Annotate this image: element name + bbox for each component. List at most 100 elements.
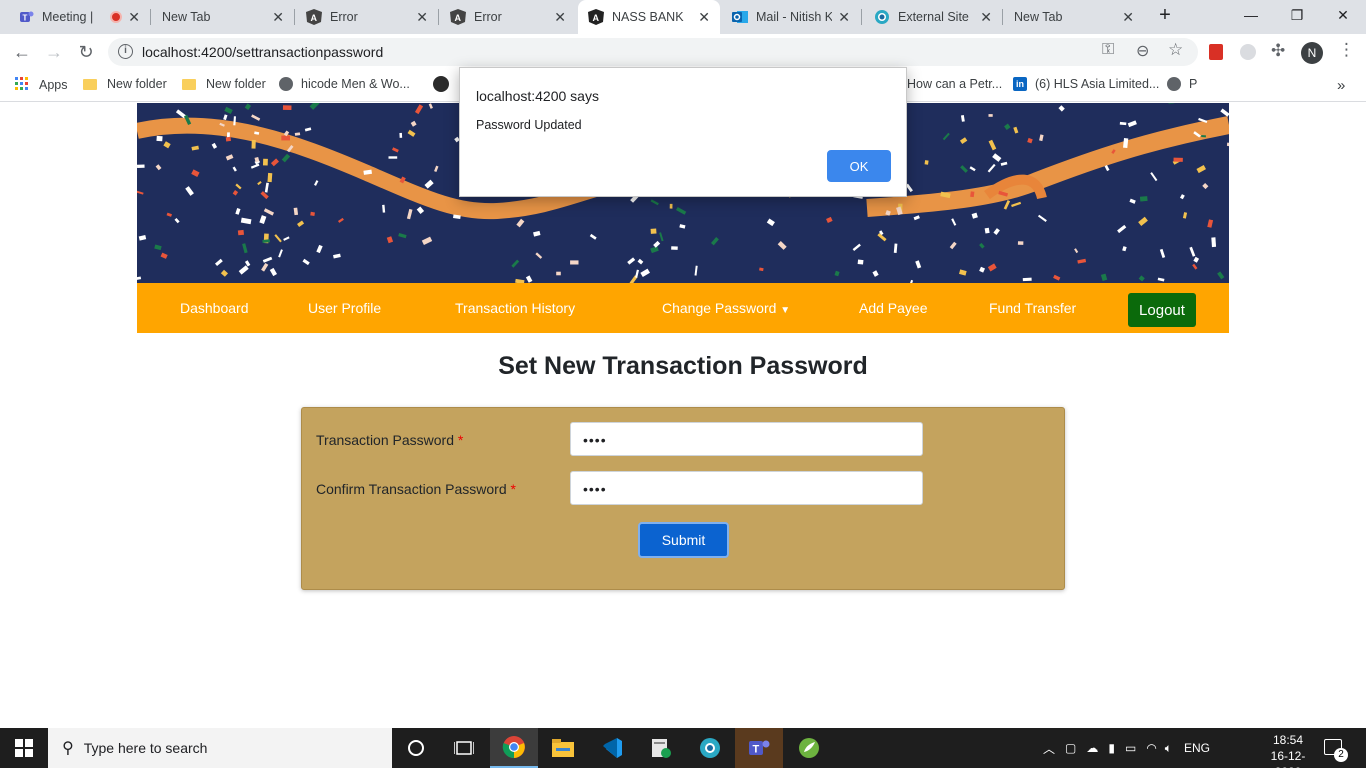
search-icon: ⚲ xyxy=(62,740,74,757)
info-icon[interactable]: i xyxy=(118,44,133,59)
tab-external-site[interactable]: External Site ✕ xyxy=(864,0,1002,34)
language-indicator[interactable]: ENG xyxy=(1184,741,1210,755)
bookmark-hls[interactable]: in (6) HLS Asia Limited... xyxy=(1013,77,1159,91)
bookmark-new-folder-1[interactable]: New folder xyxy=(83,77,167,91)
nav-fund-transfer[interactable]: Fund Transfer xyxy=(989,300,1076,316)
nav-transaction-history[interactable]: Transaction History xyxy=(455,300,575,316)
cortana-icon[interactable] xyxy=(392,728,440,768)
page-title: Set New Transaction Password xyxy=(498,352,868,380)
globe-icon xyxy=(874,9,890,25)
browser-tab-strip: T Meeting | ✕ New Tab ✕ A Error ✕ A Erro… xyxy=(0,0,1366,34)
caret-down-icon: ▼ xyxy=(780,305,791,316)
nav-dashboard[interactable]: Dashboard xyxy=(180,300,249,316)
nav-user-profile[interactable]: User Profile xyxy=(308,300,381,316)
nav-change-password-label: Change Password xyxy=(662,300,777,316)
outlook-icon xyxy=(732,9,748,25)
submit-button[interactable]: Submit xyxy=(638,522,729,558)
reload-icon[interactable]: ↻ xyxy=(74,40,98,64)
profile-avatar[interactable]: N xyxy=(1301,42,1323,64)
extension-red-icon[interactable] xyxy=(1209,44,1223,60)
svg-text:T: T xyxy=(23,14,28,23)
required-marker: * xyxy=(510,481,516,497)
transaction-password-label: Transaction Password * xyxy=(316,432,463,448)
bookmark-apps[interactable]: Apps xyxy=(15,77,68,93)
restore-button[interactable]: ❐ xyxy=(1274,0,1320,30)
dialog-ok-button[interactable]: OK xyxy=(827,150,891,182)
label-text: Confirm Transaction Password xyxy=(316,481,507,497)
edge-icon[interactable] xyxy=(686,728,734,768)
svg-text:A: A xyxy=(311,13,318,23)
menu-icon[interactable]: ⋮ xyxy=(1338,40,1355,60)
tab-new-tab-2[interactable]: New Tab ✕ xyxy=(1004,0,1144,34)
apps-grid-icon xyxy=(15,77,31,93)
tab-title: Error xyxy=(474,10,502,24)
vscode-icon[interactable] xyxy=(588,728,636,768)
microphone-icon[interactable]: ▮ xyxy=(1108,741,1115,755)
minimize-button[interactable]: — xyxy=(1228,0,1274,30)
file-explorer-icon[interactable] xyxy=(539,728,587,768)
back-icon[interactable]: ← xyxy=(10,40,34,64)
task-view-icon[interactable] xyxy=(440,728,488,768)
key-icon[interactable]: ⚿ xyxy=(1102,41,1114,59)
close-icon[interactable]: ✕ xyxy=(698,9,710,26)
avatar-icon[interactable] xyxy=(433,76,449,92)
close-icon[interactable]: ✕ xyxy=(128,9,140,26)
bookmark-petr[interactable]: How can a Petr... xyxy=(907,77,1002,91)
taskbar-search[interactable]: ⚲ Type here to search xyxy=(48,728,392,768)
close-icon[interactable]: ✕ xyxy=(1122,9,1134,26)
volume-icon[interactable]: 🔈︎ xyxy=(1165,741,1172,756)
angular-icon: A xyxy=(450,9,466,25)
folder-icon xyxy=(182,78,196,90)
search-placeholder: Type here to search xyxy=(83,740,208,756)
close-icon[interactable]: ✕ xyxy=(980,9,992,26)
tab-error-2[interactable]: A Error ✕ xyxy=(440,0,576,34)
battery-icon[interactable]: ▭ xyxy=(1125,741,1136,755)
bookmark-new-folder-2[interactable]: New folder xyxy=(182,77,266,91)
url-text: localhost:4200/settransactionpassword xyxy=(142,44,384,60)
close-icon[interactable]: ✕ xyxy=(272,9,284,26)
angular-icon: A xyxy=(306,9,322,25)
close-icon[interactable]: ✕ xyxy=(838,9,850,26)
nav-add-payee[interactable]: Add Payee xyxy=(859,300,928,316)
device-icon[interactable]: ▢ xyxy=(1065,741,1076,755)
close-window-button[interactable]: ✕ xyxy=(1320,0,1366,30)
teams-taskbar-icon[interactable]: T xyxy=(735,728,783,768)
tab-mail[interactable]: Mail - Nitish K ✕ xyxy=(722,0,860,34)
svg-text:A: A xyxy=(593,13,600,23)
bookmark-hicode[interactable]: hicode Men & Wo... xyxy=(279,77,410,91)
dialog-title: localhost:4200 says xyxy=(476,88,599,104)
zoom-icon[interactable]: ⊖ xyxy=(1136,41,1149,61)
recording-icon xyxy=(110,11,123,23)
close-icon[interactable]: ✕ xyxy=(554,9,566,26)
tab-meeting[interactable]: T Meeting | ✕ xyxy=(8,0,150,34)
system-tray: ︿ ▢ ☁ ▮ ▭ ◠ 🔈︎ ENG xyxy=(1043,728,1210,768)
extensions-puzzle-icon[interactable]: ✣ xyxy=(1271,41,1285,61)
wifi-icon[interactable]: ◠ xyxy=(1146,741,1156,755)
nav-change-password[interactable]: Change Password ▼ xyxy=(662,300,790,316)
onedrive-icon[interactable]: ☁ xyxy=(1086,741,1098,755)
tab-title: New Tab xyxy=(162,10,211,24)
svg-text:A: A xyxy=(455,13,462,23)
required-marker: * xyxy=(457,432,464,448)
chevron-up-icon[interactable]: ︿ xyxy=(1043,740,1055,757)
app-icon[interactable] xyxy=(637,728,685,768)
new-tab-button[interactable]: + xyxy=(1142,0,1188,30)
bookmarks-overflow-icon[interactable]: » xyxy=(1337,77,1345,94)
star-icon[interactable]: ☆ xyxy=(1168,40,1183,60)
browser-toolbar: ← → ↻ i localhost:4200/settransactionpas… xyxy=(0,34,1366,70)
chrome-taskbar-icon[interactable] xyxy=(490,728,538,768)
tab-nass-bank[interactable]: A NASS BANK ✕ xyxy=(578,0,720,34)
confirm-transaction-password-input[interactable]: •••• xyxy=(570,471,923,505)
transaction-password-input[interactable]: •••• xyxy=(570,422,923,456)
forward-icon[interactable]: → xyxy=(42,40,66,64)
address-bar[interactable]: i localhost:4200/settransactionpassword … xyxy=(108,38,1198,66)
spring-icon[interactable] xyxy=(785,728,833,768)
extension-grey-icon[interactable] xyxy=(1240,44,1256,60)
close-icon[interactable]: ✕ xyxy=(416,9,428,26)
tab-new-tab[interactable]: New Tab ✕ xyxy=(152,0,294,34)
clock[interactable]: 18:54 16-12-2020 xyxy=(1262,732,1314,780)
windows-start-icon[interactable] xyxy=(0,728,48,768)
bookmark-p[interactable]: P xyxy=(1167,77,1197,91)
logout-button[interactable]: Logout xyxy=(1128,293,1196,327)
tab-error-1[interactable]: A Error ✕ xyxy=(296,0,438,34)
